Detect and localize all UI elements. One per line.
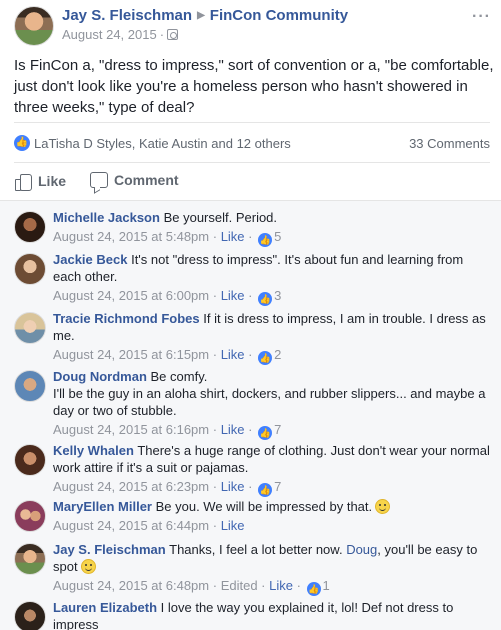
group-audience-icon[interactable] — [167, 29, 179, 40]
group-name-link[interactable]: FinCon Community — [210, 7, 348, 24]
comment-text: Thanks, I feel a lot better now. — [169, 542, 343, 557]
comment-text: Be you. We will be impressed by that. — [155, 499, 373, 514]
post-title: Jay S. Fleischman ▶ FinCon Community — [62, 7, 348, 24]
commenter-avatar[interactable] — [14, 312, 46, 344]
reaction-count[interactable]: 7 — [274, 422, 281, 437]
comment-author-link[interactable]: Lauren Elizabeth — [53, 600, 157, 615]
comment-author-link[interactable]: Doug Nordman — [53, 369, 147, 384]
comment-body: Jackie Beck It's not "dress to impress".… — [53, 251, 493, 306]
commenter-avatar[interactable] — [14, 211, 46, 243]
comment-meta: August 24, 2015 at 6:44pm · Like — [53, 518, 245, 533]
comment-timestamp[interactable]: August 24, 2015 at 6:23pm — [53, 479, 209, 494]
more-options-icon[interactable]: ··· — [472, 8, 491, 26]
comment-meta: August 24, 2015 at 6:16pm · Like · 👍 7 — [53, 422, 282, 440]
comment-button-label: Comment — [114, 172, 179, 188]
comment-like-link[interactable]: Like — [269, 578, 293, 593]
reaction-count[interactable]: 7 — [274, 479, 281, 494]
comment-meta: August 24, 2015 at 6:00pm · Like · 👍 3 — [53, 288, 282, 306]
reactions-bar: 👍 LaTisha D Styles, Katie Austin and 12 … — [14, 122, 490, 162]
smiley-emoji-icon — [375, 499, 391, 514]
post-body: Is FinCon a, "dress to impress," sort of… — [14, 57, 494, 116]
comment-button[interactable]: Comment — [90, 172, 501, 188]
comment-like-link[interactable]: Like — [221, 288, 245, 303]
comment-author-link[interactable]: MaryEllen Miller — [53, 499, 152, 514]
comment-body: Doug Nordman Be comfy. I'll be the guy i… — [53, 368, 493, 440]
reaction-count[interactable]: 3 — [274, 288, 281, 303]
edited-label[interactable]: Edited — [221, 578, 258, 593]
like-reaction-icon[interactable]: 👍 — [258, 426, 273, 440]
author-name-link[interactable]: Jay S. Fleischman — [62, 7, 192, 24]
separator: · — [159, 27, 165, 42]
comment-text: I'll be the guy in an aloha shirt, docke… — [53, 386, 486, 418]
reaction-count[interactable]: 2 — [274, 347, 281, 362]
comment-timestamp[interactable]: August 24, 2015 at 5:48pm — [53, 229, 209, 244]
thumbs-up-icon — [14, 172, 32, 191]
commenter-avatar[interactable] — [14, 253, 46, 285]
comment-meta: August 24, 2015 at 6:48pm · Edited · Lik… — [53, 578, 330, 596]
commenter-avatar[interactable] — [14, 543, 46, 575]
comment-timestamp[interactable]: August 24, 2015 at 6:00pm — [53, 288, 209, 303]
post-header: Jay S. Fleischman ▶ FinCon Community Augus… — [0, 0, 501, 48]
like-reaction-icon[interactable]: 👍 — [14, 135, 30, 151]
comment-author-link[interactable]: Jay S. Fleischman — [53, 542, 166, 557]
speech-bubble-icon — [90, 172, 108, 188]
reaction-names-link[interactable]: LaTisha D Styles, Katie Austin and 12 ot… — [34, 136, 291, 151]
commenter-avatar[interactable] — [14, 601, 46, 630]
commenter-avatar[interactable] — [14, 370, 46, 402]
comment-like-link[interactable]: Like — [221, 422, 245, 437]
comment-body: Tracie Richmond Fobes If it is dress to … — [53, 310, 493, 365]
comment-count-link[interactable]: 33 Comments — [409, 136, 490, 151]
comment-text: Be yourself. Period. — [163, 210, 278, 225]
post-meta: August 24, 2015 · — [62, 27, 179, 42]
comment-body: Kelly Whalen There's a huge range of clo… — [53, 442, 493, 497]
reaction-count[interactable]: 1 — [323, 578, 330, 593]
comment-meta: August 24, 2015 at 5:48pm · Like · 👍 5 — [53, 229, 282, 247]
comment-meta: August 24, 2015 at 6:15pm · Like · 👍 2 — [53, 347, 282, 365]
like-button-label: Like — [38, 173, 67, 189]
comment-like-link[interactable]: Like — [221, 518, 245, 533]
comment-author-link[interactable]: Jackie Beck — [53, 252, 127, 267]
comment-body: Lauren Elizabeth I love the way you expl… — [53, 599, 493, 630]
commenter-avatar[interactable] — [14, 444, 46, 476]
commenter-avatar[interactable] — [14, 500, 46, 532]
like-button[interactable]: Like — [14, 172, 67, 191]
comment-author-link[interactable]: Kelly Whalen — [53, 443, 134, 458]
comment-author-link[interactable]: Michelle Jackson — [53, 210, 160, 225]
comment-body: MaryEllen Miller Be you. We will be impr… — [53, 498, 493, 534]
action-bar: Like Comment — [14, 162, 490, 200]
comment-timestamp[interactable]: August 24, 2015 at 6:48pm — [53, 578, 209, 593]
reaction-count[interactable]: 5 — [274, 229, 281, 244]
comment-timestamp[interactable]: August 24, 2015 at 6:16pm — [53, 422, 209, 437]
mention-link[interactable]: Doug — [346, 542, 377, 557]
author-avatar[interactable] — [14, 6, 54, 46]
comment-author-link[interactable]: Tracie Richmond Fobes — [53, 311, 200, 326]
comment-meta: August 24, 2015 at 6:23pm · Like · 👍 7 — [53, 479, 282, 497]
like-reaction-icon[interactable]: 👍 — [258, 233, 273, 247]
comment-body: Jay S. Fleischman Thanks, I feel a lot b… — [53, 541, 493, 596]
smiley-emoji-icon — [80, 559, 96, 574]
comment-like-link[interactable]: Like — [221, 229, 245, 244]
comment-like-link[interactable]: Like — [221, 347, 245, 362]
comment-text-line1: Be comfy. — [150, 369, 208, 384]
comments-section: Michelle Jackson Be yourself. Period. Au… — [0, 200, 501, 630]
like-reaction-icon[interactable]: 👍 — [258, 292, 273, 306]
comment-timestamp[interactable]: August 24, 2015 at 6:44pm — [53, 518, 209, 533]
comment-body: Michelle Jackson Be yourself. Period. Au… — [53, 209, 493, 247]
like-reaction-icon[interactable]: 👍 — [258, 483, 273, 497]
comment-like-link[interactable]: Like — [221, 479, 245, 494]
post-date[interactable]: August 24, 2015 — [62, 27, 157, 42]
like-reaction-icon[interactable]: 👍 — [306, 582, 321, 596]
like-reaction-icon[interactable]: 👍 — [258, 351, 273, 365]
triangle-right-icon: ▶ — [197, 10, 205, 21]
comment-timestamp[interactable]: August 24, 2015 at 6:15pm — [53, 347, 209, 362]
